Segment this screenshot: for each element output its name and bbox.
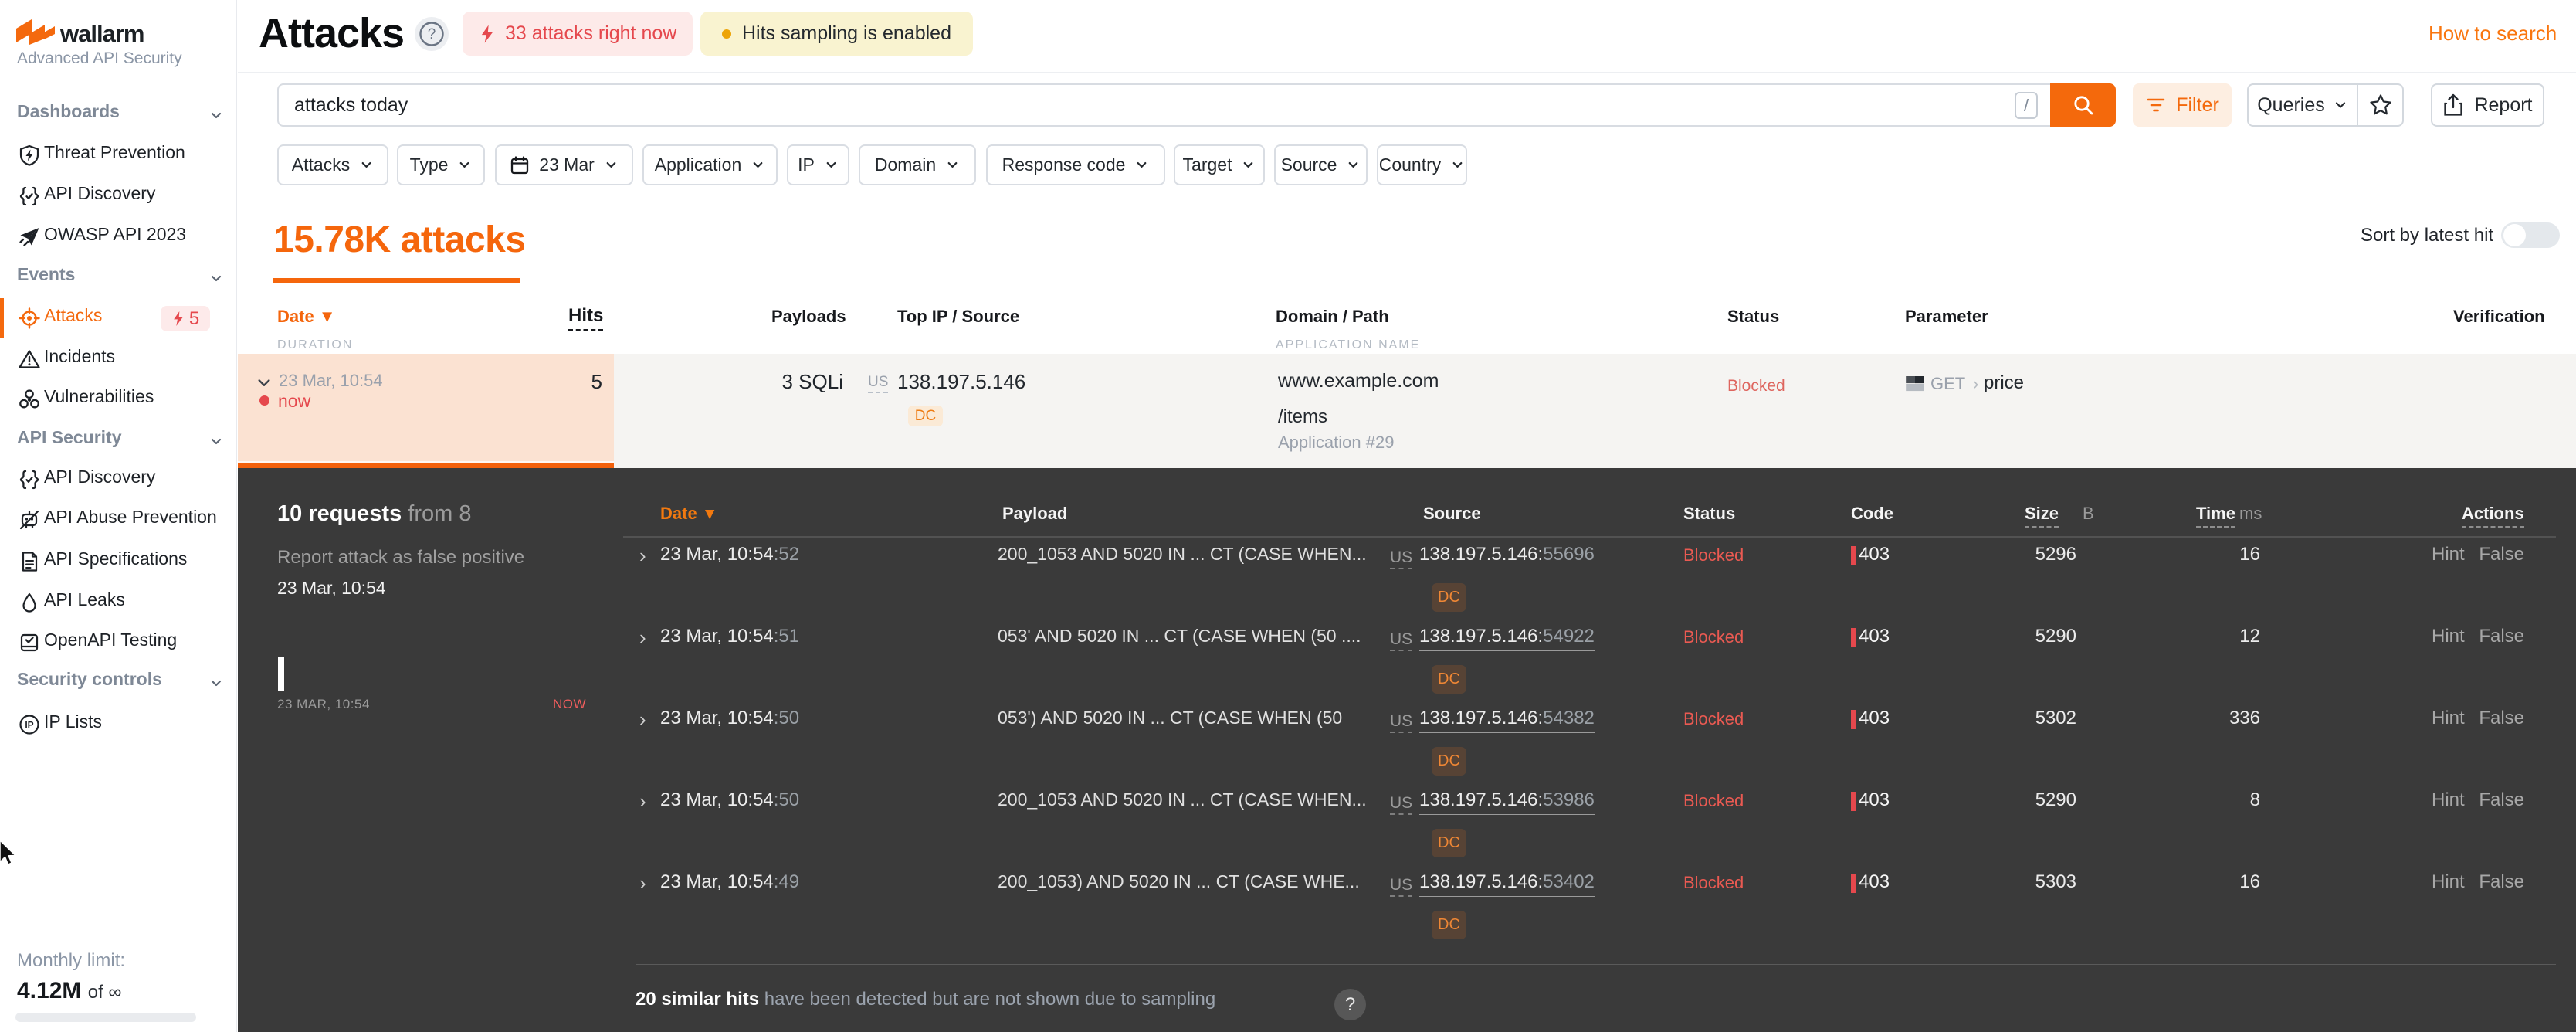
svg-text:IP: IP — [25, 720, 33, 731]
svg-text:?: ? — [428, 26, 436, 42]
